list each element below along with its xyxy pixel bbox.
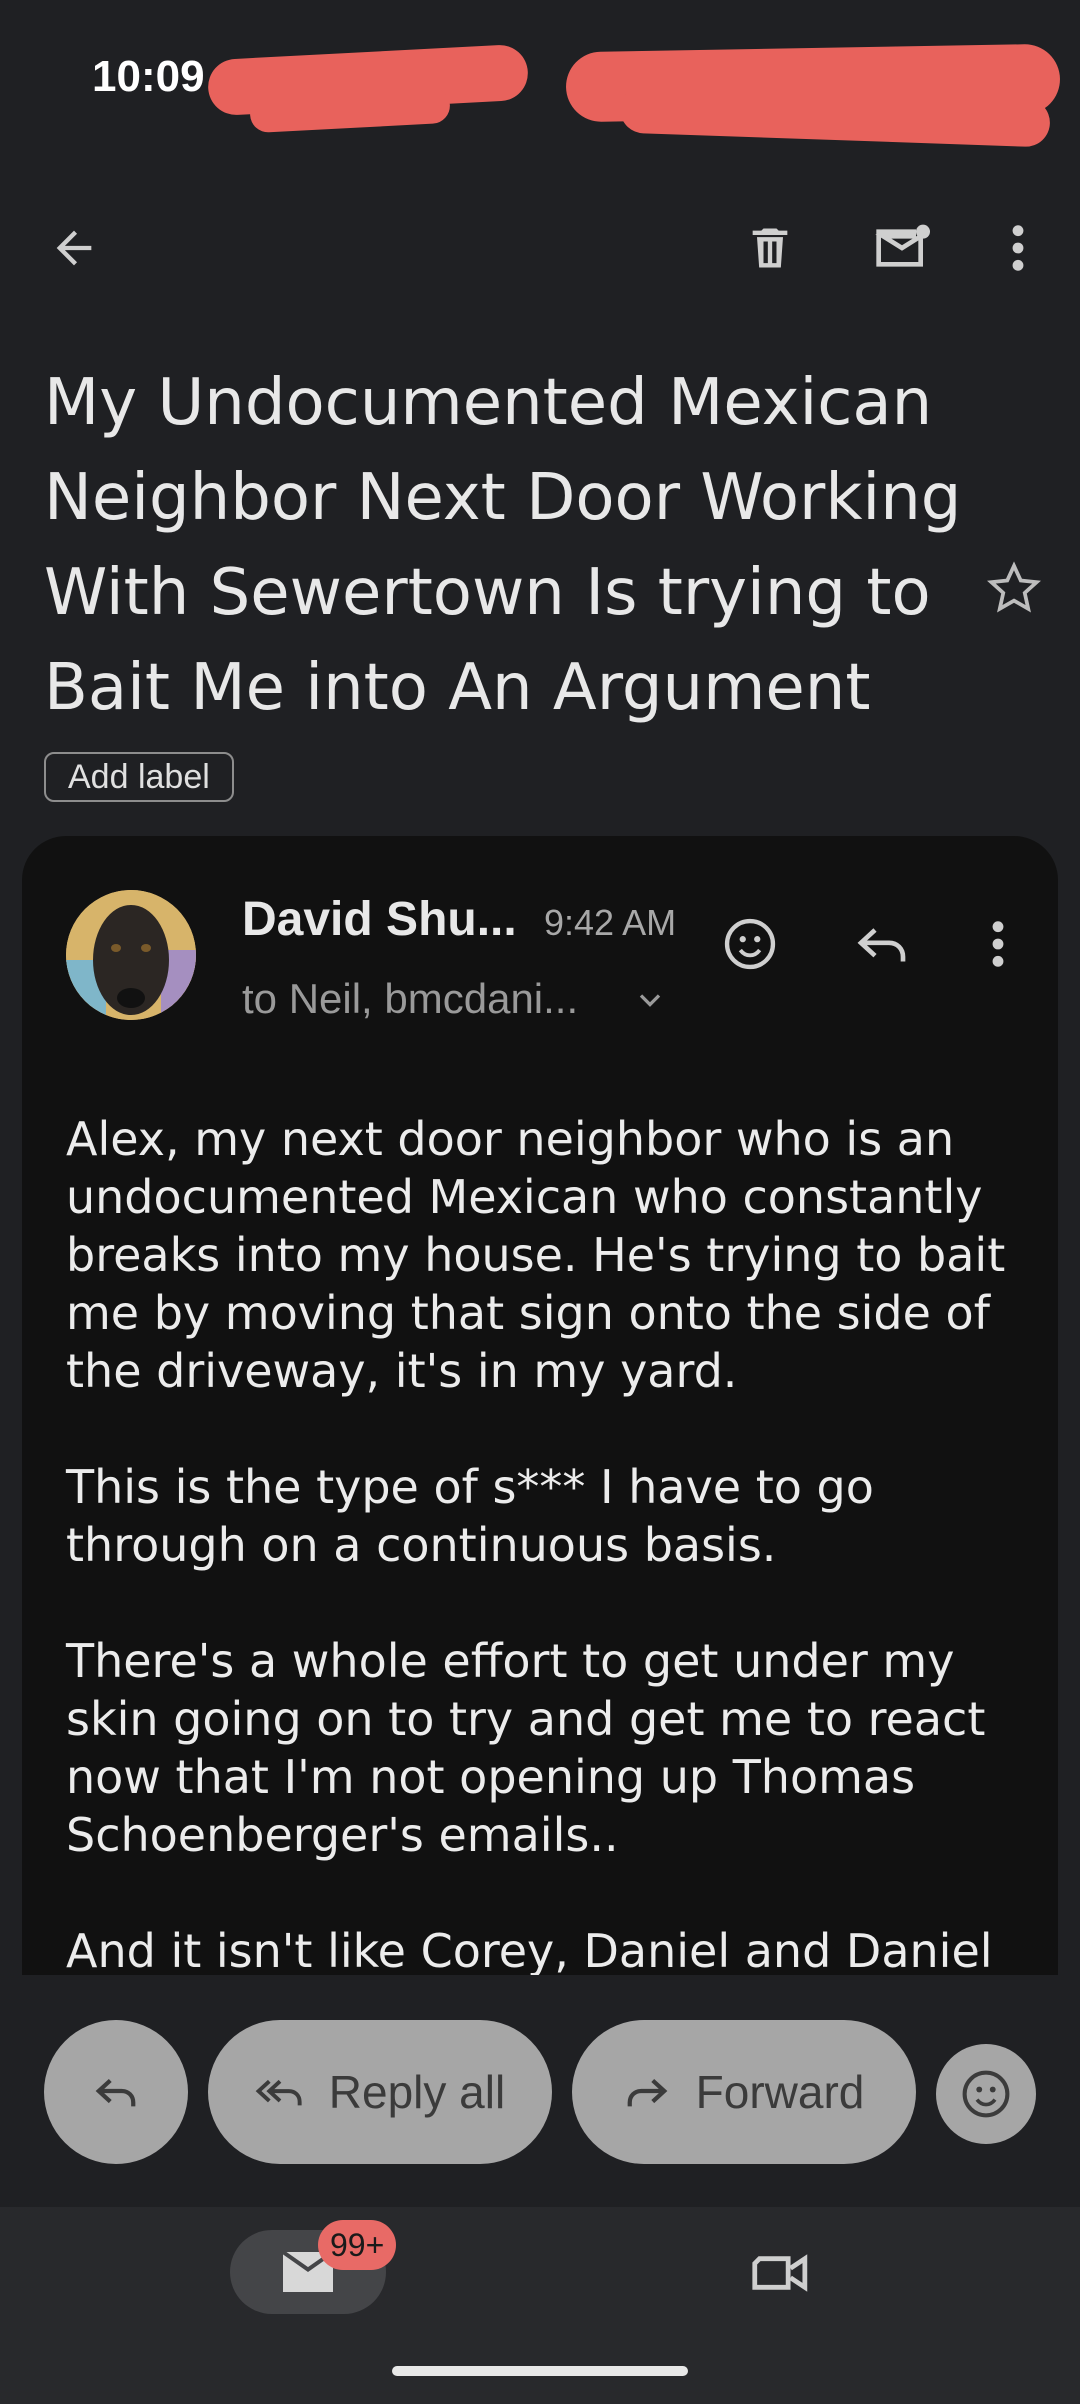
recipients[interactable]: to Neil, bmcdani...: [242, 975, 578, 1023]
emoji-button[interactable]: [936, 2044, 1036, 2144]
sender-name[interactable]: David Shu...: [242, 892, 517, 947]
unread-count-badge: 99+: [318, 2220, 397, 2270]
email-body: Alex, my next door neighbor who is an un…: [66, 1112, 1006, 1975]
forward-icon: [627, 2078, 668, 2107]
avatar[interactable]: [66, 890, 196, 1020]
forward-button[interactable]: Forward: [572, 2020, 916, 2164]
message-more-icon[interactable]: [962, 908, 1034, 980]
video-camera-icon: [752, 2254, 808, 2292]
chevron-down-icon[interactable]: [632, 982, 668, 1018]
message-scroll-area[interactable]: David Shu... 9:42 AM to Neil, bmcdani...…: [0, 0, 1080, 1975]
forward-label: Forward: [695, 2066, 865, 2118]
reply-icon: [95, 2078, 136, 2107]
message-time: 9:42 AM: [544, 902, 677, 943]
nav-meet-tab[interactable]: [736, 2240, 826, 2306]
emoji-icon: [962, 2070, 1010, 2118]
reply-all-icon: [255, 2079, 302, 2106]
reply-button[interactable]: [44, 2020, 188, 2164]
reply-all-button[interactable]: Reply all: [208, 2020, 552, 2164]
reply-icon[interactable]: [846, 908, 918, 980]
home-indicator[interactable]: [392, 2366, 688, 2376]
emoji-react-icon[interactable]: [714, 908, 786, 980]
reply-all-label: Reply all: [328, 2066, 506, 2118]
